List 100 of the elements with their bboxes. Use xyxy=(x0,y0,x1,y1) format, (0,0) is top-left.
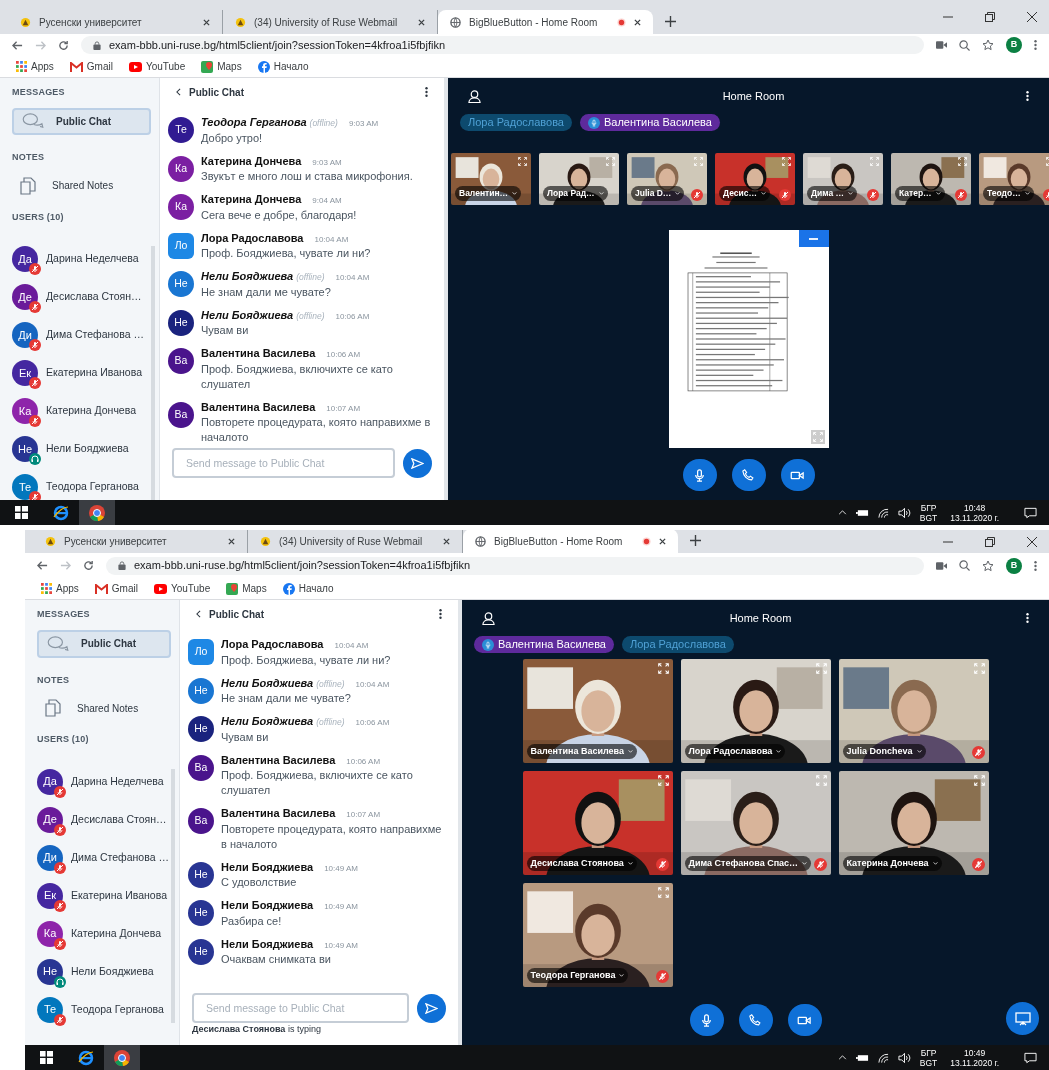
bookmark-link[interactable]: Apps xyxy=(56,581,79,596)
bookmark-link[interactable]: Начало xyxy=(273,59,309,74)
phone-button[interactable] xyxy=(731,459,766,491)
close-icon[interactable] xyxy=(443,537,450,545)
input-language[interactable]: БГР xyxy=(920,502,937,513)
fullscreen-icon[interactable] xyxy=(518,157,527,166)
camera-icon[interactable] xyxy=(936,41,947,49)
keyboard-layout[interactable]: BGT xyxy=(919,512,938,523)
close-icon[interactable] xyxy=(203,18,210,26)
user-name[interactable]: Катерина Дончева xyxy=(71,925,161,942)
battery-icon[interactable] xyxy=(855,1053,869,1062)
wifi-icon[interactable] xyxy=(877,507,889,518)
name-label[interactable]: Валентин… xyxy=(455,186,522,201)
star-icon[interactable] xyxy=(982,39,994,51)
shared-notes-item[interactable]: Shared Notes xyxy=(37,695,175,721)
kebab-menu-icon[interactable] xyxy=(1034,39,1037,51)
name-label[interactable]: Катер… xyxy=(895,186,945,201)
user-name[interactable]: Дима Стефанова … xyxy=(71,849,169,866)
notification-icon[interactable] xyxy=(1024,506,1037,519)
restore-icon[interactable] xyxy=(985,12,995,22)
user-name[interactable]: Дарина Неделчева xyxy=(71,773,164,790)
public-chat-item[interactable]: Public Chat xyxy=(37,629,171,658)
name-label[interactable]: Julia Doncheva xyxy=(842,743,926,759)
fullscreen-icon[interactable] xyxy=(657,663,669,674)
browser-e-icon[interactable] xyxy=(53,504,69,521)
user-name[interactable]: Нели Бояджиева xyxy=(46,441,129,457)
browser-tab[interactable]: BigBlueButton - Home Room xyxy=(463,530,678,553)
chevron-up-icon[interactable] xyxy=(837,1055,847,1060)
microphone-button[interactable] xyxy=(682,459,717,491)
close-icon[interactable] xyxy=(659,537,666,545)
bookmark-link[interactable]: YouTube xyxy=(170,581,211,596)
bookmark-link[interactable]: YouTube xyxy=(145,59,186,74)
fullscreen-icon[interactable] xyxy=(958,157,967,166)
taskbar-app-button[interactable] xyxy=(104,1045,140,1070)
close-icon[interactable] xyxy=(634,18,641,26)
kebab-menu-icon[interactable] xyxy=(1034,559,1037,572)
name-label[interactable]: Теодора Герганова xyxy=(526,967,629,983)
reload-icon[interactable] xyxy=(58,39,69,51)
name-label[interactable]: Лора Рад… xyxy=(543,186,608,201)
speaker-icon[interactable] xyxy=(897,507,911,518)
close-icon[interactable] xyxy=(228,537,235,545)
battery-icon[interactable] xyxy=(855,508,869,517)
user-name[interactable]: Теодора Герганова xyxy=(46,479,139,495)
send-button[interactable] xyxy=(417,993,446,1023)
phone-button[interactable] xyxy=(738,1004,773,1036)
camera-button[interactable] xyxy=(787,1004,822,1036)
kebab-menu-icon[interactable] xyxy=(439,608,442,620)
kebab-menu-icon[interactable] xyxy=(1026,90,1029,102)
back-button[interactable]: Public Chat xyxy=(196,606,264,622)
bookmark-link[interactable]: Maps xyxy=(242,581,267,596)
close-icon[interactable] xyxy=(418,18,425,26)
user-name[interactable]: Екатерина Иванова xyxy=(71,887,167,904)
bookmark-link[interactable]: Apps xyxy=(31,59,54,74)
back-arrow-icon[interactable] xyxy=(37,560,48,571)
user-name[interactable]: Дима Стефанова … xyxy=(46,327,144,343)
clock-time[interactable]: 10:49 xyxy=(964,1047,986,1058)
bookmark-link[interactable]: Начало xyxy=(298,581,334,596)
user-name[interactable]: Дарина Неделчева xyxy=(46,251,139,267)
address-bar[interactable]: exam-bbb.uni-ruse.bg/html5client/join?sessionToken=4kfroa1i5fbjfikn xyxy=(106,556,924,575)
kebab-menu-icon[interactable] xyxy=(1026,612,1029,624)
wifi-icon[interactable] xyxy=(877,1052,889,1063)
notification-icon[interactable] xyxy=(1024,1051,1037,1064)
restore-presentation-button[interactable] xyxy=(1006,1002,1039,1035)
input-language[interactable]: БГР xyxy=(920,1047,937,1058)
microphone-button[interactable] xyxy=(689,1004,724,1036)
new-tab-plus-icon[interactable] xyxy=(690,535,701,546)
name-label[interactable]: Дима … xyxy=(807,186,858,201)
speaker-icon[interactable] xyxy=(897,1052,911,1063)
browser-tab[interactable]: Русенски университет xyxy=(8,10,223,34)
clock-date[interactable]: 13.11.2020 г. xyxy=(950,512,999,523)
profile-avatar[interactable]: B xyxy=(1006,37,1022,53)
message-input[interactable]: Send message to Public Chat xyxy=(192,993,409,1023)
back-arrow-icon[interactable] xyxy=(12,39,23,51)
public-chat-item[interactable]: Public Chat xyxy=(12,107,151,136)
zoom-icon[interactable] xyxy=(959,560,970,571)
user-name[interactable]: Нели Бояджиева xyxy=(71,963,154,980)
user-name[interactable]: Десислава Стоян… xyxy=(46,289,142,305)
name-label[interactable]: Лора Радославова xyxy=(684,743,786,759)
user-name[interactable]: Теодора Герганова xyxy=(71,1001,164,1018)
bookmark-link[interactable]: Gmail xyxy=(86,59,113,74)
bookmark-link[interactable]: Maps xyxy=(217,59,242,74)
minimize-presentation-button[interactable] xyxy=(798,230,829,247)
clock-time[interactable]: 10:48 xyxy=(964,502,986,513)
browser-tab[interactable]: BigBlueButton - Home Room xyxy=(438,10,653,34)
user-name[interactable]: Десислава Стоян… xyxy=(71,811,167,828)
bookmark-link[interactable]: Gmail xyxy=(111,581,138,596)
close-icon[interactable] xyxy=(1027,536,1037,547)
close-icon[interactable] xyxy=(1027,12,1037,22)
zoom-icon[interactable] xyxy=(959,39,970,51)
fullscreen-icon[interactable] xyxy=(782,157,791,166)
back-button[interactable]: Public Chat xyxy=(176,84,244,100)
fullscreen-icon[interactable] xyxy=(973,775,985,786)
camera-button[interactable] xyxy=(780,459,815,491)
keyboard-layout[interactable]: BGT xyxy=(919,1057,938,1068)
taskbar-app-button[interactable] xyxy=(79,500,115,525)
reload-icon[interactable] xyxy=(83,560,94,571)
address-bar[interactable]: exam-bbb.uni-ruse.bg/html5client/join?sessionToken=4kfroa1i5fbjfikn xyxy=(81,36,924,54)
name-label[interactable]: Julia D… xyxy=(631,186,685,201)
name-label[interactable]: Валентина Василева xyxy=(526,743,637,759)
clock-date[interactable]: 13.11.2020 г. xyxy=(950,1057,999,1068)
